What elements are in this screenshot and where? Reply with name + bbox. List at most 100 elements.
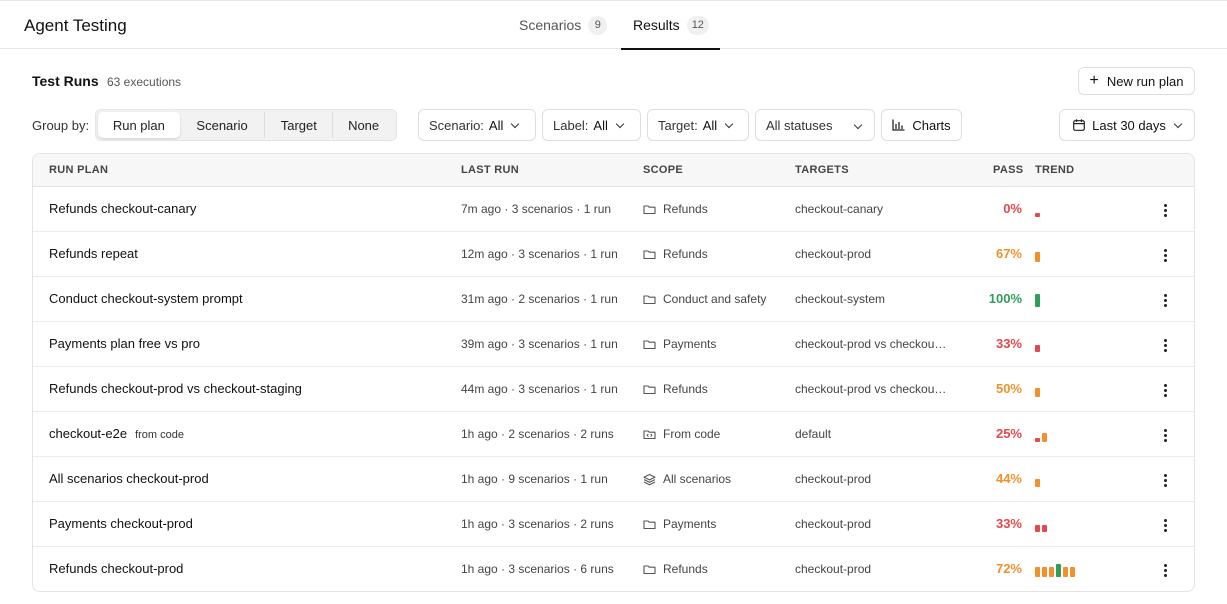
status-filter-value: All statuses <box>766 117 833 133</box>
scope: Conduct and safety <box>643 292 766 306</box>
group-by-run-plan[interactable]: Run plan <box>98 112 180 138</box>
run-plan-name[interactable]: Refunds checkout-canary <box>49 201 196 216</box>
last-run-summary: 39m ago · 3 scenarios · 1 run <box>461 337 618 351</box>
run-plan-name[interactable]: Refunds checkout-prod vs checkout-stagin… <box>49 381 302 396</box>
label-filter-dropdown[interactable]: Label: All <box>542 109 641 141</box>
scope-label: Payments <box>663 517 717 531</box>
folder-icon <box>643 294 656 304</box>
run-plan-name[interactable]: All scenarios checkout-prod <box>49 471 209 486</box>
table-row[interactable]: Refunds checkout-canary 7m ago · 3 scenar… <box>33 187 1194 232</box>
trend-bar <box>1035 294 1040 307</box>
more-icon-dot <box>1163 213 1167 217</box>
trend-bar <box>1049 567 1054 577</box>
col-header-targets[interactable]: TARGETS <box>795 164 849 176</box>
more-icon-dot <box>1163 393 1167 397</box>
row-menu-button[interactable] <box>1155 561 1175 579</box>
col-header-scope[interactable]: SCOPE <box>643 164 683 176</box>
table-row[interactable]: Refunds checkout-prod vs checkout-stagin… <box>33 367 1194 412</box>
group-by-target[interactable]: Target <box>264 112 332 138</box>
scope: Payments <box>643 337 716 351</box>
col-header-pass[interactable]: PASS <box>993 164 1023 176</box>
tab-results[interactable]: Results 12 <box>621 1 720 50</box>
run-plan-name[interactable]: checkout-e2e from code <box>49 426 184 441</box>
run-plan-name[interactable]: Refunds repeat <box>49 246 138 261</box>
target-filter-dropdown[interactable]: Target: All <box>647 109 749 141</box>
run-plan-name-text: Refunds checkout-prod vs checkout-stagin… <box>49 381 302 396</box>
group-by-scenario[interactable]: Scenario <box>180 112 265 138</box>
new-run-plan-button[interactable]: + New run plan <box>1078 67 1195 95</box>
more-icon-dot <box>1163 563 1167 567</box>
row-menu-button[interactable] <box>1155 201 1175 219</box>
more-icon-dot <box>1163 338 1167 342</box>
run-plan-name-text: Payments checkout-prod <box>49 516 193 531</box>
more-icon-dot <box>1163 383 1167 387</box>
label-filter-key: Label: <box>553 117 589 133</box>
table-row[interactable]: Conduct checkout-system prompt 31m ago · … <box>33 277 1194 322</box>
more-icon-dot <box>1163 483 1167 487</box>
more-icon-dot <box>1163 298 1167 302</box>
trend-bar <box>1070 567 1075 577</box>
trend-bar <box>1035 388 1040 397</box>
plus-icon: + <box>1089 72 1099 89</box>
scenario-filter-key: Scenario: <box>429 117 484 133</box>
group-by-label: Group by: <box>32 118 90 133</box>
tab-scenarios-label: Scenarios <box>519 17 582 33</box>
chevron-down-icon <box>1173 119 1183 128</box>
targets: checkout-prod <box>795 472 872 486</box>
trend-bar <box>1063 567 1068 577</box>
row-menu-button[interactable] <box>1155 246 1175 264</box>
col-header-run-plan[interactable]: RUN PLAN <box>49 164 108 176</box>
tab-scenarios[interactable]: Scenarios 9 <box>519 1 608 49</box>
trend-sparkline <box>1035 246 1135 262</box>
targets: checkout-prod <box>795 247 872 261</box>
run-plan-name[interactable]: Payments plan free vs pro <box>49 336 200 351</box>
trend-bar <box>1035 525 1040 532</box>
run-plan-name[interactable]: Payments checkout-prod <box>49 516 193 531</box>
row-menu-button[interactable] <box>1155 426 1175 444</box>
chevron-down-icon <box>853 120 863 130</box>
more-icon-dot <box>1163 428 1167 432</box>
row-menu-button[interactable] <box>1155 471 1175 489</box>
run-plan-name-text: Payments plan free vs pro <box>49 336 201 351</box>
status-filter-dropdown[interactable]: All statuses <box>755 109 875 141</box>
more-icon-dot <box>1163 573 1167 577</box>
row-menu-button[interactable] <box>1155 381 1175 399</box>
row-menu-button[interactable] <box>1155 291 1175 309</box>
date-range-dropdown[interactable]: Last 30 days <box>1059 109 1195 141</box>
chevron-down-icon <box>724 119 734 128</box>
row-menu-button[interactable] <box>1155 516 1175 534</box>
pass-rate: 67% <box>995 246 1022 261</box>
tab-scenarios-count: 9 <box>588 15 608 35</box>
scope: From code <box>643 427 720 441</box>
table-row[interactable]: checkout-e2e from code 1h ago · 2 scenario… <box>33 412 1194 457</box>
trend-bar <box>1035 252 1040 262</box>
more-icon-dot <box>1163 523 1167 527</box>
table-row[interactable]: Refunds checkout-prod 1h ago · 3 scenario… <box>33 547 1194 591</box>
group-by-none[interactable]: None <box>332 112 394 138</box>
table-row[interactable]: All scenarios checkout-prod 1h ago · 9 sc… <box>33 457 1194 502</box>
run-plan-name[interactable]: Refunds checkout-prod <box>49 561 183 576</box>
table-row[interactable]: Payments checkout-prod 1h ago · 3 scenari… <box>33 502 1194 547</box>
trend-sparkline <box>1035 516 1135 532</box>
code-folder-icon <box>643 429 656 439</box>
row-menu-button[interactable] <box>1155 336 1175 354</box>
targets: checkout-prod <box>795 562 872 576</box>
col-header-last-run[interactable]: LAST RUN <box>461 164 519 176</box>
scenario-filter-dropdown[interactable]: Scenario: All <box>418 109 536 141</box>
last-run-summary: 1h ago · 3 scenarios · 6 runs <box>461 562 614 576</box>
run-plan-name[interactable]: Conduct checkout-system prompt <box>49 291 243 306</box>
layers-icon <box>643 473 656 485</box>
pass-rate: 33% <box>995 516 1022 531</box>
table-row[interactable]: Refunds repeat 12m ago · 3 scenarios · 1 … <box>33 232 1194 277</box>
pass-rate: 0% <box>1003 201 1022 216</box>
targets: checkout-canary <box>795 202 884 216</box>
run-plan-name-text: Conduct checkout-system prompt <box>49 291 243 306</box>
app-title: Agent Testing <box>24 16 127 35</box>
scope: Refunds <box>643 562 708 576</box>
more-icon-dot <box>1163 248 1167 252</box>
charts-button[interactable]: Charts <box>881 109 962 141</box>
chevron-down-icon <box>615 119 625 128</box>
calendar-icon <box>1073 119 1086 131</box>
table-row[interactable]: Payments plan free vs pro 39m ago · 3 sce… <box>33 322 1194 367</box>
label-filter-value: All <box>593 117 608 133</box>
